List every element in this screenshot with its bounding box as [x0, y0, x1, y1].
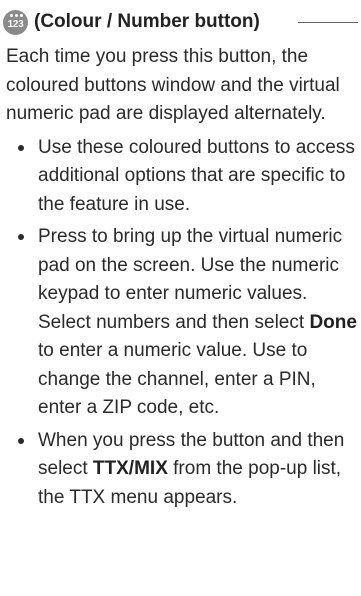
manual-page: 123 (Colour / Number button) Each time y… — [0, 0, 361, 596]
heading-rule — [298, 22, 358, 23]
bullet-dot — [18, 234, 24, 240]
bullet-text: to enter a numeric value. Use to change … — [38, 340, 316, 418]
intro-paragraph: Each time you press this button, the col… — [6, 46, 340, 124]
ttx-mix-label: TTX/MIX — [92, 458, 168, 479]
bullet-list: Use these coloured buttons to access add… — [0, 134, 361, 513]
done-label: Done — [309, 311, 357, 333]
bullet-text: Use these coloured buttons to access add… — [38, 136, 355, 215]
list-item: Use these coloured buttons to access add… — [0, 134, 358, 220]
section-heading: 123 (Colour / Number button) — [0, 7, 361, 37]
colour-number-button-icon: 123 — [3, 9, 28, 35]
heading-title: (Colour / Number button) — [34, 11, 260, 32]
list-item: When you press the button and then selec… — [0, 427, 358, 513]
bullet-text: Press to bring up the virtual numeric pa… — [38, 226, 343, 333]
icon-label: 123 — [7, 18, 24, 30]
bullet-dot — [18, 437, 24, 444]
bullet-dot — [18, 144, 24, 151]
list-item: Press to bring up the virtual numeric pa… — [0, 223, 358, 423]
colour-dots — [10, 13, 23, 17]
